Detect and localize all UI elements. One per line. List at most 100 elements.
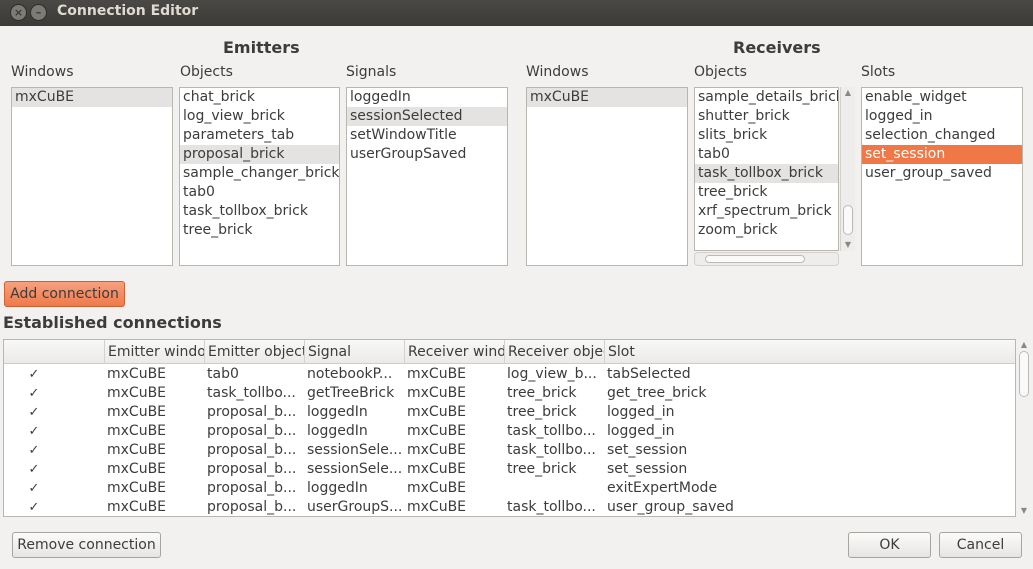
list-item[interactable]: sample_changer_brick — [180, 164, 339, 183]
list-item[interactable]: selection_changed — [862, 126, 1022, 145]
column-header-receiver-window[interactable]: Receiver window — [404, 340, 504, 364]
receivers-title: Receivers — [733, 38, 821, 57]
table-cell: mxCuBE — [107, 385, 167, 401]
connected-check-icon[interactable]: ✓ — [4, 479, 64, 498]
table-cell: tree_brick — [507, 385, 577, 401]
receiver-objects-hscrollbar[interactable] — [694, 252, 839, 266]
list-item[interactable]: loggedIn — [347, 88, 507, 107]
receiver-slots-list[interactable]: enable_widget logged_in selection_change… — [861, 87, 1023, 266]
remove-connection-button[interactable]: Remove connection — [12, 532, 161, 558]
close-icon[interactable]: × — [10, 4, 27, 21]
list-item[interactable]: chat_brick — [180, 88, 339, 107]
list-item[interactable]: shutter_brick — [695, 107, 838, 126]
emitter-signals-label: Signals — [346, 64, 397, 80]
receiver-windows-list[interactable]: mxCuBE — [526, 87, 688, 266]
table-cell: mxCuBE — [407, 499, 467, 515]
receiver-objects-list[interactable]: sample_details_brick shutter_brick slits… — [694, 87, 839, 251]
list-item[interactable]: enable_widget — [862, 88, 1022, 107]
receiver-objects-label: Objects — [694, 64, 747, 80]
minimize-icon[interactable]: – — [30, 4, 47, 21]
table-row[interactable]: ✓ mxCuBE proposal_b... userGroupS... mxCuBE t… — [4, 498, 1015, 516]
column-header-signal[interactable]: Signal — [304, 340, 404, 364]
list-item[interactable]: tab0 — [695, 145, 838, 164]
connected-check-icon[interactable]: ✓ — [4, 403, 64, 422]
list-item[interactable]: slits_brick — [695, 126, 838, 145]
emitter-objects-list[interactable]: chat_brick log_view_brick parameters_tab… — [179, 87, 340, 266]
scroll-up-icon[interactable]: ▲ — [841, 87, 855, 99]
table-row[interactable]: ✓ mxCuBE proposal_b... sessionSele... mxCuBE… — [4, 460, 1015, 479]
table-cell: mxCuBE — [107, 423, 167, 439]
cancel-button[interactable]: Cancel — [939, 532, 1022, 558]
connected-check-icon[interactable]: ✓ — [4, 460, 64, 479]
table-cell: tree_brick — [507, 404, 577, 420]
receiver-slots-label: Slots — [861, 64, 896, 80]
list-item[interactable]: tree_brick — [695, 183, 838, 202]
list-item[interactable]: zoom_brick — [695, 221, 838, 240]
emitter-windows-list[interactable]: mxCuBE — [11, 87, 173, 266]
table-row[interactable]: ✓ mxCuBE proposal_b... sessionSele... mxCuBE… — [4, 441, 1015, 460]
list-item[interactable]: userGroupSaved — [347, 145, 507, 164]
window-title: Connection Editor — [57, 3, 199, 19]
table-cell: get_tree_brick — [607, 385, 707, 401]
receiver-windows-label: Windows — [526, 64, 589, 80]
table-row[interactable]: ✓ mxCuBE tab0 notebookP... mxCuBE log_view_b.… — [4, 365, 1015, 384]
table-cell: mxCuBE — [107, 442, 167, 458]
scroll-up-icon[interactable]: ▲ — [1017, 339, 1031, 351]
add-connection-button[interactable]: Add connection — [4, 281, 125, 307]
list-item[interactable]: mxCuBE — [527, 88, 687, 107]
list-item[interactable]: tab0 — [180, 183, 339, 202]
column-header-emitter-object[interactable]: Emitter object — [204, 340, 304, 364]
scroll-thumb[interactable] — [1019, 351, 1029, 397]
connected-check-icon[interactable]: ✓ — [4, 441, 64, 460]
list-item[interactable]: parameters_tab — [180, 126, 339, 145]
table-cell: log_view_b... — [507, 366, 597, 382]
table-cell: set_session — [607, 442, 688, 458]
list-item[interactable]: task_tollbox_brick — [180, 202, 339, 221]
table-header: Emitter window Emitter object Signal Rec… — [4, 340, 1015, 364]
emitter-signals-list[interactable]: loggedIn sessionSelected setWindowTitle … — [346, 87, 508, 266]
table-row[interactable]: ✓ mxCuBE proposal_b... loggedIn mxCuBE tree_b… — [4, 403, 1015, 422]
table-cell: sessionSele... — [307, 442, 403, 458]
list-item[interactable]: proposal_brick — [180, 145, 339, 164]
scroll-down-icon[interactable]: ▼ — [1017, 505, 1031, 517]
scroll-thumb[interactable] — [843, 205, 853, 235]
column-header-check[interactable] — [4, 340, 104, 364]
connections-vscrollbar[interactable]: ▲ ▼ — [1017, 339, 1031, 517]
table-cell: mxCuBE — [107, 366, 167, 382]
table-cell: task_tollbo... — [507, 499, 596, 515]
column-header-receiver-object[interactable]: Receiver object — [504, 340, 604, 364]
connected-check-icon[interactable]: ✓ — [4, 498, 64, 516]
list-item[interactable]: set_session — [862, 145, 1022, 164]
list-item[interactable]: tree_brick — [180, 221, 339, 240]
list-item[interactable]: sessionSelected — [347, 107, 507, 126]
receiver-objects-vscrollbar[interactable]: ▲ ▼ — [840, 87, 855, 251]
table-cell: set_session — [607, 461, 688, 477]
list-item[interactable]: log_view_brick — [180, 107, 339, 126]
list-item[interactable]: setWindowTitle — [347, 126, 507, 145]
table-row[interactable]: ✓ mxCuBE proposal_b... loggedIn mxCuBE task_t… — [4, 422, 1015, 441]
list-item[interactable]: xrf_spectrum_brick — [695, 202, 838, 221]
ok-button[interactable]: OK — [848, 532, 931, 558]
column-header-emitter-window[interactable]: Emitter window — [104, 340, 204, 364]
list-item[interactable]: task_tollbox_brick — [695, 164, 838, 183]
table-row[interactable]: ✓ mxCuBE task_tollbo... getTreeBrick mxCuBE t… — [4, 384, 1015, 403]
table-cell: proposal_b... — [207, 461, 297, 477]
list-item[interactable]: user_group_saved — [862, 164, 1022, 183]
list-item[interactable]: mxCuBE — [12, 88, 172, 107]
connections-table[interactable]: Emitter window Emitter object Signal Rec… — [3, 339, 1016, 517]
connected-check-icon[interactable]: ✓ — [4, 422, 64, 441]
table-cell: logged_in — [607, 404, 675, 420]
column-header-slot[interactable]: Slot — [604, 340, 1015, 364]
connected-check-icon[interactable]: ✓ — [4, 384, 64, 403]
table-cell: tabSelected — [607, 366, 691, 382]
table-row[interactable]: ✓ mxCuBE proposal_b... loggedIn mxCuBE exitEx… — [4, 479, 1015, 498]
scroll-down-icon[interactable]: ▼ — [841, 239, 855, 251]
connected-check-icon[interactable]: ✓ — [4, 365, 64, 384]
list-item[interactable]: logged_in — [862, 107, 1022, 126]
emitter-windows-label: Windows — [11, 64, 74, 80]
table-cell: task_tollbo... — [507, 423, 596, 439]
table-cell: mxCuBE — [107, 461, 167, 477]
scroll-thumb[interactable] — [705, 255, 805, 263]
list-item[interactable]: sample_details_brick — [695, 88, 838, 107]
table-cell: mxCuBE — [107, 404, 167, 420]
